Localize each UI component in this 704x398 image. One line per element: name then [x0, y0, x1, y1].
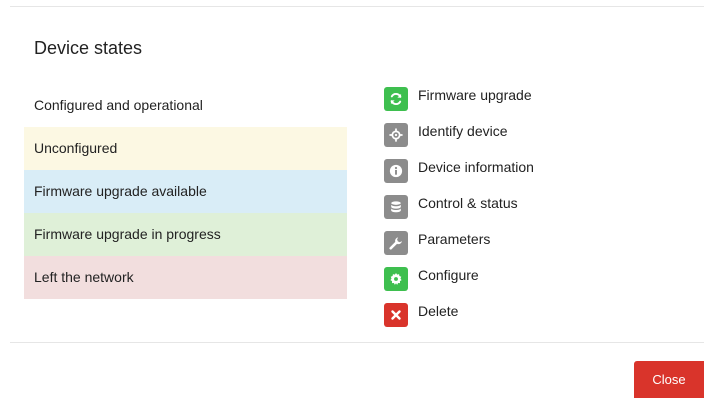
dialog-title: Device states [34, 38, 143, 58]
database-icon [384, 195, 408, 219]
legend-label: Identify device [418, 123, 508, 139]
legend-item-configure: Configure [384, 260, 534, 296]
device-states-list: Configured and operational Unconfigured … [24, 84, 347, 299]
legend-item-firmware-upgrade: Firmware upgrade [384, 80, 534, 116]
state-configured: Configured and operational [24, 84, 347, 127]
crosshair-icon [384, 123, 408, 147]
state-firmware-upgrade-available: Firmware upgrade available [24, 170, 347, 213]
state-firmware-upgrade-in-progress: Firmware upgrade in progress [24, 213, 347, 256]
legend-item-device-information: Device information [384, 152, 534, 188]
close-icon [384, 303, 408, 327]
legend-label: Configure [418, 267, 479, 283]
state-left-network: Left the network [24, 256, 347, 299]
footer-divider [10, 342, 704, 343]
legend-label: Control & status [418, 195, 518, 211]
legend-label: Firmware upgrade [418, 87, 532, 103]
legend-item-identify-device: Identify device [384, 116, 534, 152]
wrench-icon [384, 231, 408, 255]
state-unconfigured: Unconfigured [24, 127, 347, 170]
info-icon [384, 159, 408, 183]
legend-label: Delete [418, 303, 459, 319]
legend-label: Device information [418, 159, 534, 175]
header-divider [10, 6, 704, 7]
legend-item-delete: Delete [384, 296, 534, 332]
legend-label: Parameters [418, 231, 491, 247]
legend-item-control-status: Control & status [384, 188, 534, 224]
refresh-icon [384, 87, 408, 111]
close-button[interactable]: Close [634, 361, 704, 398]
icon-legend: Firmware upgrade Identify device Device … [384, 80, 534, 332]
gear-icon [384, 267, 408, 291]
legend-item-parameters: Parameters [384, 224, 534, 260]
